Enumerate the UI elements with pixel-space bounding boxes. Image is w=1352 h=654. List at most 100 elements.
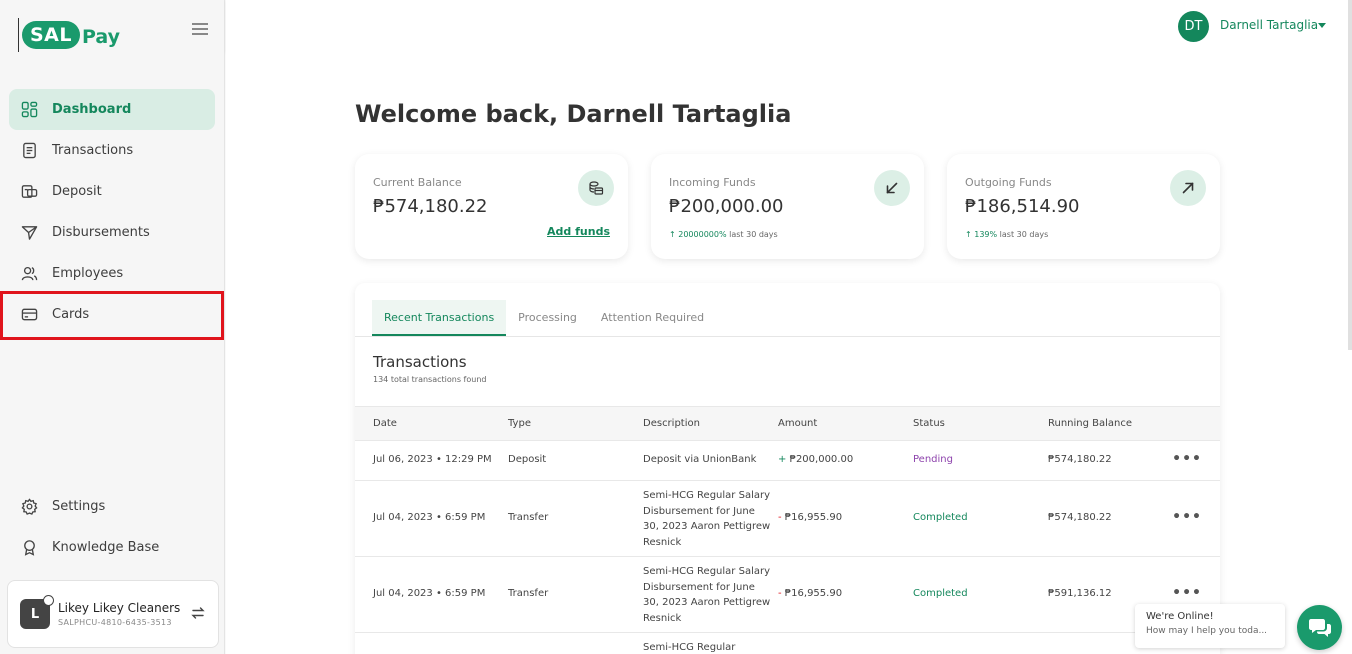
logo-pay: Pay bbox=[82, 26, 121, 48]
sidebar: SAL Pay Dashboard Transactions Deposit D… bbox=[0, 0, 225, 654]
account-text: Likey Likey Cleaners SALPHCU-4810-6435-3… bbox=[58, 601, 180, 627]
arrow-up-icon: ↑ bbox=[965, 230, 972, 239]
page-title: Welcome back, Darnell Tartaglia bbox=[355, 100, 792, 128]
trend-suffix: last 30 days bbox=[729, 230, 778, 239]
document-icon bbox=[21, 142, 38, 159]
sidebar-bottom-nav: Settings Knowledge Base bbox=[9, 486, 215, 568]
coins-icon bbox=[578, 170, 614, 206]
column-header-amount: Amount bbox=[778, 418, 818, 429]
arrow-up-icon: ↑ bbox=[669, 230, 676, 239]
sidebar-nav: Dashboard Transactions Deposit Disbursem… bbox=[9, 89, 215, 335]
status-badge: Completed bbox=[913, 512, 968, 523]
transaction-tabs: Recent Transactions Processing Attention… bbox=[372, 300, 716, 336]
table-row[interactable]: Jul 04, 2023 • 6:59 PM Transfer Semi-HCG… bbox=[355, 481, 1220, 557]
column-header-type: Type bbox=[508, 418, 531, 429]
cell-type: Transfer bbox=[508, 512, 549, 523]
account-id: SALPHCU-4810-6435-3513 bbox=[58, 618, 172, 627]
sidebar-item-label: Cards bbox=[52, 307, 90, 322]
outgoing-funds-card: Outgoing Funds ₱186,514.90 ↑ 139% last 3… bbox=[947, 154, 1220, 259]
tab-processing[interactable]: Processing bbox=[506, 300, 589, 336]
cell-amount: - ₱16,955.90 bbox=[778, 512, 842, 523]
cell-description: Deposit via UnionBank bbox=[643, 454, 757, 465]
sidebar-item-label: Deposit bbox=[52, 184, 102, 199]
trend-suffix: last 30 days bbox=[999, 230, 1049, 239]
cell-running-balance: ₱591,136.12 bbox=[1048, 588, 1112, 599]
cash-icon bbox=[21, 183, 38, 200]
stat-label: Outgoing Funds bbox=[965, 176, 1052, 189]
sidebar-item-disbursements[interactable]: Disbursements bbox=[9, 212, 215, 253]
sidebar-item-knowledge-base[interactable]: Knowledge Base bbox=[9, 527, 215, 568]
sidebar-item-cards[interactable]: Cards bbox=[9, 294, 215, 335]
column-header-running-balance: Running Balance bbox=[1048, 418, 1133, 429]
cell-running-balance: ₱574,180.22 bbox=[1048, 512, 1112, 523]
add-funds-link[interactable]: Add funds bbox=[547, 225, 610, 238]
sidebar-item-label: Transactions bbox=[52, 143, 134, 158]
sidebar-item-label: Dashboard bbox=[52, 102, 132, 117]
chat-greeting[interactable]: We're Online! How may I help you toda... bbox=[1135, 604, 1285, 648]
cell-date: Jul 04, 2023 • 6:59 PM bbox=[373, 512, 486, 523]
account-name: Likey Likey Cleaners bbox=[58, 601, 181, 615]
chat-title: We're Online! bbox=[1146, 611, 1214, 622]
cell-type: Transfer bbox=[508, 588, 549, 599]
sidebar-item-settings[interactable]: Settings bbox=[9, 486, 215, 527]
more-options-icon[interactable]: ••• bbox=[1172, 585, 1202, 601]
trend-value: 139% bbox=[974, 230, 998, 239]
table-row[interactable]: Semi-HCG Regular bbox=[355, 633, 1220, 654]
arrow-up-right-icon bbox=[1170, 170, 1206, 206]
hamburger-menu-icon[interactable] bbox=[192, 23, 208, 35]
main-content: Welcome back, Darnell Tartaglia Current … bbox=[226, 52, 1352, 654]
amount-value: ₱16,955.90 bbox=[784, 588, 843, 599]
amount-value: ₱16,955.90 bbox=[784, 512, 843, 523]
trend-text: ↑ 20000000% last 30 days bbox=[669, 230, 778, 239]
more-options-icon[interactable]: ••• bbox=[1172, 451, 1202, 467]
cell-description: Semi-HCG Regular Salary Disbursement for… bbox=[643, 490, 771, 548]
cell-amount: + ₱200,000.00 bbox=[778, 454, 853, 465]
chat-button[interactable] bbox=[1297, 605, 1342, 650]
table-row[interactable]: Jul 04, 2023 • 6:59 PM Transfer Semi-HCG… bbox=[355, 557, 1220, 633]
cell-amount: - ₱16,955.90 bbox=[778, 588, 842, 599]
switch-account-icon[interactable] bbox=[190, 605, 206, 621]
tab-attention-required[interactable]: Attention Required bbox=[589, 300, 716, 336]
dashboard-icon bbox=[21, 101, 38, 118]
trend-text: ↑ 139% last 30 days bbox=[965, 230, 1048, 239]
incoming-funds-card: Incoming Funds ₱200,000.00 ↑ 20000000% l… bbox=[651, 154, 924, 259]
sidebar-item-deposit[interactable]: Deposit bbox=[9, 171, 215, 212]
cell-date: Jul 06, 2023 • 12:29 PM bbox=[373, 454, 492, 465]
sidebar-item-label: Disbursements bbox=[52, 225, 150, 240]
chevron-down-icon[interactable] bbox=[1318, 23, 1326, 28]
stat-value: ₱186,514.90 bbox=[965, 196, 1080, 217]
gear-icon bbox=[21, 498, 38, 515]
page-scrollbar[interactable] bbox=[1348, 0, 1352, 350]
column-header-status: Status bbox=[913, 418, 945, 429]
arrow-down-left-icon bbox=[874, 170, 910, 206]
trend-value: 20000000% bbox=[678, 230, 727, 239]
status-badge: Pending bbox=[913, 454, 953, 465]
cell-type: Deposit bbox=[508, 454, 547, 465]
sidebar-item-dashboard[interactable]: Dashboard bbox=[9, 89, 215, 130]
user-name[interactable]: Darnell Tartaglia bbox=[1220, 18, 1318, 32]
salpay-logo[interactable]: SAL Pay bbox=[18, 18, 120, 52]
amount-sign: + bbox=[778, 454, 787, 465]
account-switcher[interactable]: L Likey Likey Cleaners SALPHCU-4810-6435… bbox=[7, 580, 219, 648]
stat-value: ₱574,180.22 bbox=[373, 196, 488, 217]
account-status-icon bbox=[43, 595, 54, 606]
column-header-date: Date bbox=[373, 418, 397, 429]
amount-value: ₱200,000.00 bbox=[789, 454, 854, 465]
avatar[interactable]: DT bbox=[1178, 11, 1209, 42]
sidebar-item-label: Settings bbox=[52, 499, 106, 514]
transactions-count: 134 total transactions found bbox=[373, 375, 487, 384]
sidebar-item-transactions[interactable]: Transactions bbox=[9, 130, 215, 171]
transactions-title: Transactions bbox=[373, 353, 467, 371]
table-row[interactable]: Jul 06, 2023 • 12:29 PM Deposit Deposit … bbox=[355, 441, 1220, 481]
chat-subtitle: How may I help you toda... bbox=[1146, 626, 1268, 636]
logo-divider bbox=[18, 18, 19, 52]
account-avatar: L bbox=[20, 595, 54, 629]
tab-recent-transactions[interactable]: Recent Transactions bbox=[372, 300, 507, 336]
more-options-icon[interactable]: ••• bbox=[1172, 509, 1202, 525]
stat-label: Incoming Funds bbox=[669, 176, 756, 189]
transactions-panel: Recent Transactions Processing Attention… bbox=[355, 283, 1220, 654]
logo-sal: SAL bbox=[22, 21, 80, 49]
sidebar-item-employees[interactable]: Employees bbox=[9, 253, 215, 294]
users-icon bbox=[21, 265, 38, 282]
stat-label: Current Balance bbox=[373, 176, 462, 189]
